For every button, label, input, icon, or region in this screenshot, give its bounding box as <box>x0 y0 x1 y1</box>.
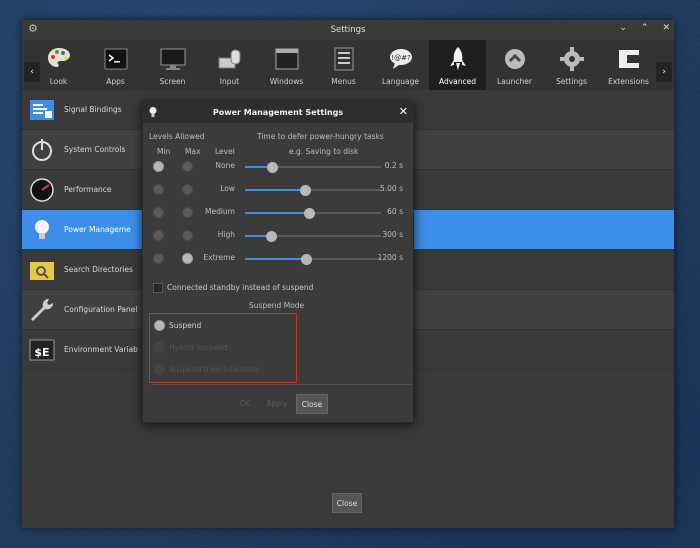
titlebar: ⚙ Settings ⌄ ⌃ ✕ <box>22 20 674 40</box>
main-close-button[interactable]: Close <box>332 493 362 513</box>
svg-text:$E: $E <box>34 346 49 359</box>
level-name-4: Extreme <box>203 253 235 262</box>
tab-settings[interactable]: Settings <box>543 40 600 90</box>
launcher-icon <box>501 45 529 73</box>
delay-slider-4[interactable] <box>245 254 381 265</box>
slider-knob[interactable] <box>301 254 313 265</box>
menu-icon <box>330 45 358 73</box>
delay-slider-2[interactable] <box>245 208 381 219</box>
level-column-label: Level <box>215 147 235 156</box>
maximize-button[interactable]: ⌃ <box>641 23 649 33</box>
wrench-icon <box>28 296 56 324</box>
example-label: e.g. Saving to disk <box>289 147 359 156</box>
tab-extensions[interactable]: Extensions <box>600 40 657 90</box>
slider-knob[interactable] <box>267 162 279 173</box>
slider-knob[interactable] <box>265 231 277 242</box>
tab-windows[interactable]: Windows <box>258 40 315 90</box>
slider-knob[interactable] <box>299 185 311 196</box>
tab-screen[interactable]: Screen <box>144 40 201 90</box>
minimize-button[interactable]: ⌄ <box>619 23 627 33</box>
tab-menus[interactable]: Menus <box>315 40 372 90</box>
standby-checkbox[interactable] <box>153 283 163 293</box>
window-title: Settings <box>330 25 366 35</box>
level-name-2: Medium <box>205 207 235 216</box>
ok-button[interactable]: OK <box>233 394 257 414</box>
mode-hybrid-suspend: Hybrid suspend <box>154 342 228 353</box>
delay-value-1: 5.00 s <box>380 184 403 193</box>
extension-icon <box>615 45 643 73</box>
min-radio-4[interactable] <box>153 253 164 264</box>
level-name-1: Low <box>220 184 235 193</box>
dialog-title: Power Management Settings <box>212 108 344 117</box>
window-icon <box>273 45 301 73</box>
bulb-icon <box>28 216 56 244</box>
terminal-icon <box>102 45 130 73</box>
dialog-close-icon[interactable]: ✕ <box>399 105 408 118</box>
slider-knob[interactable] <box>303 208 315 219</box>
speech-bubble-icon: !@#? <box>387 45 415 73</box>
level-name-3: High <box>217 230 235 239</box>
standby-label: Connected standby instead of suspend <box>167 283 314 292</box>
scroll-right-button[interactable]: › <box>656 62 672 82</box>
delay-value-0: 0.2 s <box>384 161 403 170</box>
folder-search-icon <box>28 256 56 284</box>
mouse-icon <box>216 45 244 73</box>
apply-button[interactable]: Apply <box>263 394 291 414</box>
slider-fill <box>245 189 305 191</box>
slider-fill <box>245 258 307 260</box>
svg-text:!@#?: !@#? <box>391 54 411 62</box>
slider-fill <box>245 212 309 214</box>
gear-icon[interactable]: ⚙ <box>28 23 40 35</box>
monitor-icon <box>159 45 187 73</box>
delay-value-3: 300 s <box>382 230 403 239</box>
rocket-icon <box>444 45 472 73</box>
gear-icon <box>558 45 586 73</box>
suspend-mode-label: Suspend Mode <box>249 301 305 310</box>
tab-language[interactable]: !@#? Language <box>372 40 429 90</box>
close-window-button[interactable]: ✕ <box>662 23 670 33</box>
gauge-icon <box>28 176 56 204</box>
delay-slider-0[interactable] <box>245 162 381 173</box>
mode-suspend-then-hibernate: Suspend then hibernate <box>154 364 259 375</box>
levels-allowed-label: Levels Allowed <box>149 132 205 141</box>
tab-launcher[interactable]: Launcher <box>486 40 543 90</box>
delay-value-4: 1200 s <box>377 253 403 262</box>
bulb-icon <box>148 106 158 120</box>
mode-hybrid-radio <box>154 342 165 353</box>
env-icon: $E <box>28 336 56 364</box>
min-radio-3[interactable] <box>153 230 164 241</box>
level-name-0: None <box>215 161 235 170</box>
category-toolbar: ‹ Look Apps Screen Input Windows Menus !… <box>22 40 674 90</box>
mode-suspend[interactable]: Suspend <box>154 320 201 331</box>
min-column-label: Min <box>157 147 171 156</box>
mode-suspend-radio[interactable] <box>154 320 165 331</box>
power-management-dialog: Power Management Settings ✕ Levels Allow… <box>142 101 414 423</box>
max-column-label: Max <box>185 147 201 156</box>
button-separator <box>151 384 413 385</box>
dialog-titlebar: Power Management Settings ✕ <box>143 102 413 123</box>
delay-slider-3[interactable] <box>245 231 381 242</box>
delay-value-2: 60 s <box>387 207 403 216</box>
signal-icon <box>28 96 56 124</box>
scroll-left-button[interactable]: ‹ <box>24 62 40 82</box>
min-radio-0[interactable] <box>153 161 164 172</box>
tab-advanced[interactable]: Advanced <box>429 40 486 90</box>
palette-icon <box>45 45 73 73</box>
min-radio-1[interactable] <box>153 184 164 195</box>
mode-hibernate-radio <box>154 364 165 375</box>
delay-slider-1[interactable] <box>245 185 381 196</box>
suspend-mode-highlight: Suspend Hybrid suspend Suspend then hibe… <box>149 313 297 383</box>
tab-input[interactable]: Input <box>201 40 258 90</box>
tab-apps[interactable]: Apps <box>87 40 144 90</box>
power-icon <box>28 136 56 164</box>
min-radio-2[interactable] <box>153 207 164 218</box>
defer-label: Time to defer power-hungry tasks <box>257 132 384 141</box>
dialog-close-button[interactable]: Close <box>296 394 328 414</box>
